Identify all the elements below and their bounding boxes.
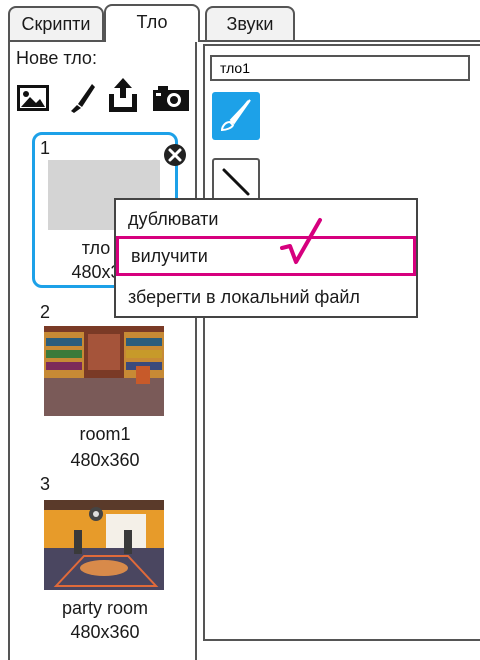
image-library-icon[interactable] [16, 84, 50, 112]
tab-scripts-label: Скрипти [21, 14, 91, 34]
checkmark-annotation [280, 218, 322, 264]
backdrop-index: 1 [40, 138, 51, 158]
delete-icon[interactable] [163, 143, 187, 167]
backdrop-name: room1 [79, 424, 131, 444]
menu-item-label: зберегти в локальний файл [128, 287, 360, 307]
tab-sounds[interactable]: Звуки [205, 6, 295, 40]
upload-icon[interactable] [106, 76, 140, 114]
camera-icon[interactable] [152, 84, 190, 112]
backdrop-name-field[interactable] [210, 55, 470, 81]
paintbrush-tool-button[interactable] [212, 92, 260, 140]
menu-item-save-to-file[interactable]: зберегти в локальний файл [116, 278, 416, 316]
menu-item-label: вилучити [131, 246, 208, 266]
tab-sounds-label: Звуки [226, 14, 274, 34]
backdrop-size: 480x360 [70, 622, 140, 642]
backdrop-thumbnail[interactable] [44, 500, 164, 590]
menu-item-duplicate[interactable]: дублювати [116, 200, 416, 238]
tab-backdrops[interactable]: Тло [104, 4, 200, 42]
backdrop-size: 480x360 [70, 450, 140, 470]
tab-backdrops-label: Тло [136, 12, 168, 32]
backdrop-name: party room [61, 598, 149, 618]
backdrop-index: 3 [40, 474, 51, 494]
paintbrush-icon[interactable] [68, 82, 96, 114]
menu-item-label: дублювати [128, 209, 219, 229]
tab-scripts[interactable]: Скрипти [8, 6, 104, 40]
backdrop-thumbnail[interactable] [44, 326, 164, 416]
paintbrush-icon [220, 99, 251, 132]
context-menu: дублювати вилучити зберегти в локальний … [114, 198, 418, 318]
backdrop-index: 2 [40, 302, 51, 322]
new-backdrop-label: Нове тло: [16, 48, 97, 68]
menu-item-delete[interactable]: вилучити [116, 236, 416, 276]
